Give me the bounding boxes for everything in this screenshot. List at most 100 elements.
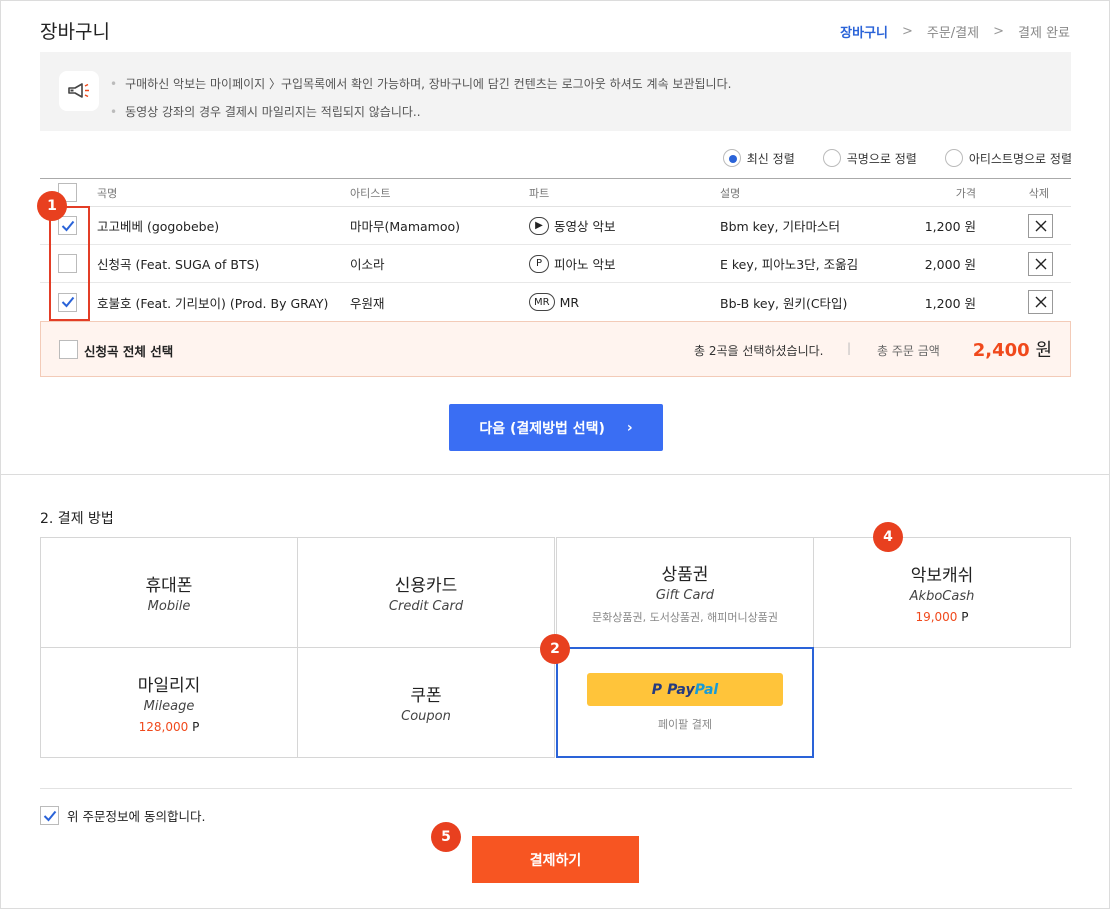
sort-options: 최신 정렬 곡명으로 정렬 아티스트명으로 정렬 xyxy=(722,149,1072,167)
paypal-button[interactable]: P Pay Pal xyxy=(587,673,783,706)
song-desc: Bb-B key, 원키(C타입) xyxy=(720,295,848,311)
song-title: 고고베베 (gogobebe) xyxy=(97,219,220,234)
breadcrumb: 장바구니 > 주문/결제 > 결제 완료 xyxy=(840,22,1070,41)
agree-label: 위 주문정보에 동의합니다. xyxy=(67,809,206,824)
method-name-en: Coupon xyxy=(401,709,451,724)
part-type: ▶ 동영상 악보 xyxy=(529,207,615,244)
chevron-right-icon: › xyxy=(626,419,633,436)
sort-label: 곡명으로 정렬 xyxy=(846,151,917,166)
song-price: 1,200 원 xyxy=(924,295,976,311)
separator: | xyxy=(847,341,852,355)
pay-gift-card[interactable]: 상품권 Gift Card 문화상품권, 도서상품권, 해피머니상품권 xyxy=(556,537,814,648)
points-value: 128,000 xyxy=(138,720,189,734)
chevron-right-icon: > xyxy=(993,24,1005,39)
method-name-en: Mileage xyxy=(143,699,195,714)
part-label: 동영상 악보 xyxy=(554,219,616,234)
song-price: 1,200 원 xyxy=(924,219,976,234)
annotation-marker: 2 xyxy=(540,634,570,664)
radio-selected-icon[interactable] xyxy=(722,149,741,167)
sort-by-title[interactable]: 곡명으로 정렬 xyxy=(822,149,917,167)
method-name: 상품권 xyxy=(661,565,709,585)
order-summary: 신청곡 전체 선택 총 2곡을 선택하셨습니다. | 총 주문 금액 2,400… xyxy=(40,321,1071,377)
chevron-right-icon: > xyxy=(901,24,913,39)
total-value: 2,400 xyxy=(972,340,1030,361)
check-icon xyxy=(61,296,74,308)
delete-button[interactable] xyxy=(1028,251,1053,276)
select-all-label: 신청곡 전체 선택 xyxy=(84,344,174,359)
next-button-label: 다음 (결제방법 선택) xyxy=(479,420,605,437)
part-label: MR xyxy=(559,294,580,310)
method-name: 마일리지 xyxy=(137,676,201,696)
piano-icon: P xyxy=(529,254,549,273)
radio-icon[interactable] xyxy=(822,149,841,167)
song-title: 신청곡 (Feat. SUGA of BTS) xyxy=(97,257,260,272)
method-desc: 문화상품권, 도서상품권, 해피머니상품권 xyxy=(591,611,779,624)
song-desc: E key, 피아노3단, 조옮김 xyxy=(720,257,859,272)
payment-title: 2. 결제 방법 xyxy=(40,511,114,527)
radio-icon[interactable] xyxy=(944,149,963,167)
paypal-brand: Pal xyxy=(694,681,719,698)
method-name: 쿠폰 xyxy=(410,686,442,706)
col-desc: 설명 xyxy=(720,186,741,200)
select-all-checkbox[interactable] xyxy=(59,340,78,359)
mr-icon: MR xyxy=(529,293,555,311)
artist-name: 우원재 xyxy=(350,295,385,311)
col-part: 파트 xyxy=(529,186,550,200)
page-frame xyxy=(0,0,1110,909)
artist-name: 마마무(Mamamoo) xyxy=(350,219,461,234)
points-value: 19,000 xyxy=(915,610,958,624)
song-price: 2,000 원 xyxy=(924,257,976,272)
method-name: 신용카드 xyxy=(394,576,458,596)
step-order: 주문/결제 xyxy=(926,26,980,41)
play-icon: ▶ xyxy=(529,216,549,235)
pay-coupon[interactable]: 쿠폰 Coupon xyxy=(297,647,555,758)
col-price: 가격 xyxy=(955,186,976,200)
points-balance: 19,000 P xyxy=(915,610,968,624)
table-row: 호불호 (Feat. 기리보이) (Prod. By GRAY) 우원재 MR … xyxy=(40,283,1071,321)
annotation-marker: 4 xyxy=(873,522,903,552)
part-label: 피아노 악보 xyxy=(554,257,616,272)
agree-terms[interactable]: 위 주문정보에 동의합니다. xyxy=(40,806,205,825)
sort-latest[interactable]: 최신 정렬 xyxy=(722,149,795,167)
delete-button[interactable] xyxy=(1028,290,1053,314)
total-amount: 2,400 원 xyxy=(973,336,1052,362)
annotation-marker: 1 xyxy=(37,191,67,221)
method-name: 휴대폰 xyxy=(145,576,193,596)
pay-mobile[interactable]: 휴대폰 Mobile xyxy=(40,537,298,648)
row-checkbox[interactable] xyxy=(58,292,77,312)
method-name-en: Gift Card xyxy=(655,588,715,603)
step-cart: 장바구니 xyxy=(840,26,888,41)
col-artist: 아티스트 xyxy=(350,186,391,200)
cart-table: 곡명 아티스트 파트 설명 가격 삭제 고고베베 (gogobebe) 마마무(… xyxy=(40,178,1071,321)
points-balance: 128,000 P xyxy=(139,720,200,734)
total-unit: 원 xyxy=(1035,340,1052,361)
pay-button[interactable]: 결제하기 xyxy=(472,836,639,883)
section-divider xyxy=(0,474,1110,475)
row-checkbox[interactable] xyxy=(58,216,77,235)
agree-checkbox[interactable] xyxy=(40,806,59,825)
method-name-en: AkboCash xyxy=(909,589,975,604)
pay-paypal[interactable]: P Pay Pal 페이팔 결제 xyxy=(556,647,814,758)
points-unit: P xyxy=(961,610,969,624)
close-icon xyxy=(1035,258,1046,269)
next-button[interactable]: 다음 (결제방법 선택) › xyxy=(449,404,663,451)
step-complete: 결제 완료 xyxy=(1018,26,1070,41)
notice-line: 구매하신 악보는 마이페이지 〉구입목록에서 확인 가능하며, 장바구니에 담긴… xyxy=(110,70,731,98)
selected-count: 총 2곡을 선택하셨습니다. xyxy=(694,344,824,358)
delete-button[interactable] xyxy=(1028,213,1053,238)
megaphone-icon xyxy=(59,71,99,111)
pay-mileage[interactable]: 마일리지 Mileage 128,000 P xyxy=(40,647,298,758)
annotation-marker: 5 xyxy=(431,822,461,852)
check-icon xyxy=(61,220,74,231)
method-desc: 페이팔 결제 xyxy=(657,718,713,731)
close-icon xyxy=(1035,220,1046,231)
notice-line: 동영상 강좌의 경우 결제시 마일리지는 적립되지 않습니다.. xyxy=(110,98,731,126)
song-desc: Bbm key, 기타마스터 xyxy=(720,219,840,234)
sort-label: 아티스트명으로 정렬 xyxy=(968,151,1072,166)
row-checkbox[interactable] xyxy=(58,254,77,273)
col-delete: 삭제 xyxy=(1028,186,1049,200)
pay-credit-card[interactable]: 신용카드 Credit Card xyxy=(297,537,555,648)
pay-akbocash[interactable]: 악보캐쉬 AkboCash 19,000 P xyxy=(813,537,1071,648)
sort-by-artist[interactable]: 아티스트명으로 정렬 xyxy=(944,149,1072,167)
artist-name: 이소라 xyxy=(350,257,385,272)
